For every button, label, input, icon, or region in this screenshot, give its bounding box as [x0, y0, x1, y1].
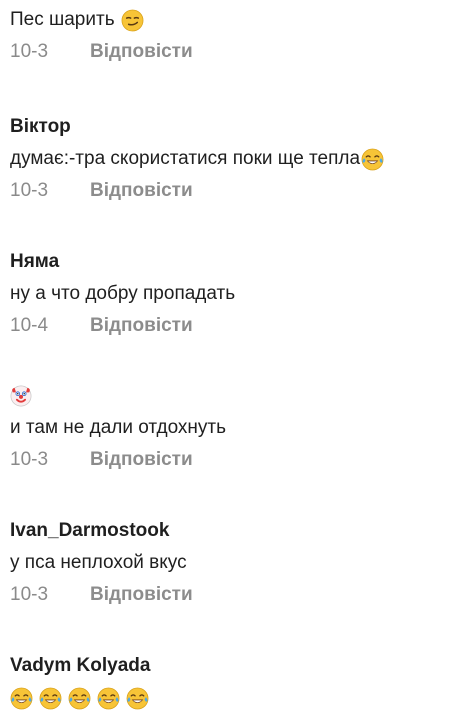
comment-item: Vadym Kolyada: [10, 654, 452, 712]
comment-item: и там не дали отдохнуть 10-3 Відповісти: [10, 384, 452, 472]
comment-meta: 10-4 Відповісти: [10, 314, 452, 338]
comment-meta: 10-3 Відповісти: [10, 448, 452, 472]
comment-text-row: думає:-тра скористатися поки ще тепла: [10, 147, 452, 171]
comment-author[interactable]: Ivan_Darmostook: [10, 519, 452, 543]
comment-date: 10-4: [10, 315, 49, 336]
tears-of-joy-icon: [126, 687, 149, 710]
comment-meta: 10-3 Відповісти: [10, 40, 452, 64]
comment-item: Няма ну а что добру пропадать 10-4 Відпо…: [10, 250, 452, 338]
tears-of-joy-icon: [39, 687, 62, 710]
comment-text-row: Пес шарить: [10, 8, 452, 32]
comment-author[interactable]: Віктор: [10, 115, 452, 139]
comment-emoji-row: [10, 684, 452, 712]
comment-text-row: и там не дали отдохнуть: [10, 416, 452, 440]
clown-face-icon: [10, 385, 32, 407]
comment-text: ну а что добру пропадать: [10, 283, 236, 304]
comment-date: 10-3: [10, 180, 49, 201]
tears-of-joy-icon: [97, 687, 120, 710]
comment-author[interactable]: Няма: [10, 250, 452, 274]
reply-button[interactable]: Відповісти: [90, 448, 193, 472]
comment-date: 10-3: [10, 449, 49, 470]
tears-of-joy-icon: [361, 148, 384, 171]
tears-of-joy-icon: [68, 687, 91, 710]
comment-item: Пес шарить 10-3 Відповісти: [10, 8, 452, 64]
comment-text-row: ну а что добру пропадать: [10, 282, 452, 306]
comment-author[interactable]: Vadym Kolyada: [10, 654, 452, 678]
reply-button[interactable]: Відповісти: [90, 40, 193, 64]
comment-text: у пса неплохой вкус: [10, 552, 187, 573]
comment-item: Віктор думає:-тра скористатися поки ще т…: [10, 115, 452, 203]
reply-button[interactable]: Відповісти: [90, 179, 193, 203]
reply-button[interactable]: Відповісти: [90, 583, 193, 607]
comment-text: думає:-тра скористатися поки ще тепла: [10, 148, 361, 169]
smirk-face-icon: [121, 9, 144, 32]
comment-date: 10-3: [10, 584, 49, 605]
comment-text: Пес шарить: [10, 9, 115, 30]
comment-text-row: у пса неплохой вкус: [10, 551, 452, 575]
tears-of-joy-icon: [10, 687, 33, 710]
reply-button[interactable]: Відповісти: [90, 314, 193, 338]
comment-meta: 10-3 Відповісти: [10, 583, 452, 607]
comment-meta: 10-3 Відповісти: [10, 179, 452, 203]
comment-text: и там не дали отдохнуть: [10, 417, 227, 438]
comment-item: Ivan_Darmostook у пса неплохой вкус 10-3…: [10, 519, 452, 607]
comment-feed: Пес шарить 10-3 Відповісти Віктор думає:…: [0, 0, 462, 718]
comment-author[interactable]: [10, 384, 452, 408]
comment-date: 10-3: [10, 41, 49, 62]
